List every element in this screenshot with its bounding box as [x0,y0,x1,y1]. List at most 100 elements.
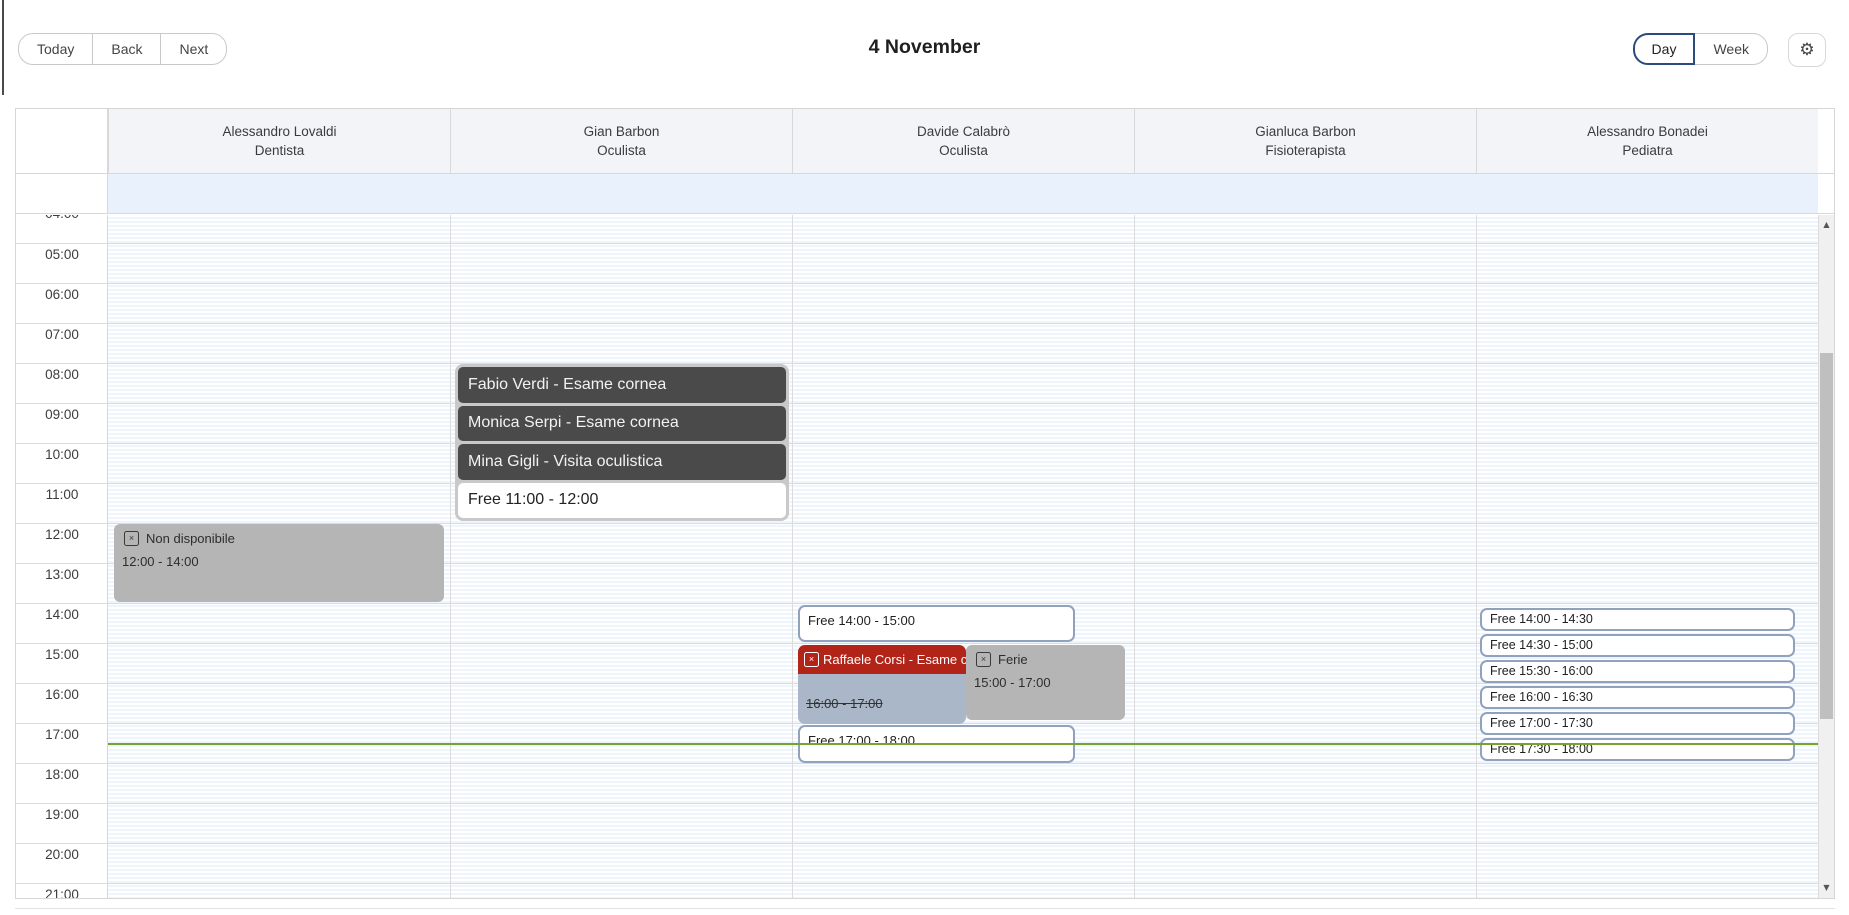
event-time-struck: 16:00 - 17:00 [806,696,883,711]
event-body: 16:00 - 17:00 [798,674,966,724]
event-mina[interactable]: Mina Gigli - Visita oculistica [458,444,786,480]
event-title: Raffaele Corsi - Esame cornea [823,652,966,667]
time-grid-canvas: 04:00 05:00 06:00 07:00 08:00 09:00 10:00 11:00… [16,215,1818,898]
view-week-button[interactable]: Week [1694,33,1768,65]
time-label: 10:00 [45,447,79,463]
time-gutter-cell: 07:00 [16,323,108,363]
time-gutter-cell: 20:00 [16,843,108,883]
resource-name: Gian Barbon [584,123,660,141]
event-title: Free 14:00 - 14:30 [1490,612,1593,626]
time-label: 20:00 [45,847,79,863]
event-header: ×Raffaele Corsi - Esame cornea [798,645,966,674]
time-label: 12:00 [45,527,79,543]
event-raffaele[interactable]: ×Raffaele Corsi - Esame cornea 16:00 - 17… [798,645,966,724]
resource-role: Oculista [597,142,646,160]
time-gutter-cell: 10:00 [16,443,108,483]
time-grid-viewport: 04:00 05:00 06:00 07:00 08:00 09:00 10:00 11:00… [16,215,1834,898]
calendar-grid: Alessandro LovaldiDentistaGian BarbonOcu… [15,108,1835,899]
time-label: 21:00 [45,887,79,898]
resource-header-alessandro-bonadei: Alessandro BonadeiPediatra [1476,109,1818,173]
allday-strip[interactable] [108,174,1818,213]
resource-header-alessandro-lovaldi: Alessandro LovaldiDentista [108,109,450,173]
time-gutter-cell: 14:00 [16,603,108,643]
resource-role: Dentista [255,142,305,160]
time-label: 05:00 [45,247,79,263]
event-slot3[interactable]: Free 15:30 - 16:00 [1480,660,1795,683]
event-ferie[interactable]: ×Ferie15:00 - 17:00 [966,645,1125,720]
busy-x-icon: × [124,531,139,546]
time-label: 17:00 [45,727,79,743]
day-column-gian-barbon[interactable]: Fabio Verdi - Esame cornea Monica Serpi -… [450,215,792,898]
scrollbar-thumb[interactable] [1820,353,1833,719]
event-nondisp[interactable]: × Non disponibile12:00 - 14:00 [114,524,444,602]
gear-icon: ⚙ [1799,42,1814,59]
day-column-gianluca-barbon[interactable] [1134,215,1476,898]
event-free14[interactable]: Free 14:00 - 15:00 [798,605,1075,642]
event-title: Free 17:00 - 18:00 [808,733,915,748]
event-slot4[interactable]: Free 16:00 - 16:30 [1480,686,1795,709]
event-free11[interactable]: Free 11:00 - 12:00 [458,483,786,519]
calendar-bottom-edge [15,908,1835,909]
event-slot6[interactable]: Free 17:30 - 18:00 [1480,738,1795,761]
time-label: 07:00 [45,327,79,343]
resource-name: Davide Calabrò [917,123,1010,141]
event-header: × Non disponibile [114,524,444,546]
time-gutter-cell: 16:00 [16,683,108,723]
time-gutter-cell: 15:00 [16,643,108,683]
event-title: Fabio Verdi - Esame cornea [468,376,666,394]
time-label: 11:00 [46,487,79,503]
vertical-scrollbar[interactable]: ▲ ▼ [1818,215,1834,898]
event-monica[interactable]: Monica Serpi - Esame cornea [458,406,786,442]
calendar-toolbar: Today Back Next 4 November Day Week ⚙ [15,30,1834,78]
time-gutter-cell: 05:00 [16,243,108,283]
event-free17[interactable]: Free 17:00 - 18:00 [798,725,1075,763]
event-title: Free 16:00 - 16:30 [1490,690,1593,704]
time-label: 09:00 [45,407,79,423]
event-title: Non disponibile [146,531,235,546]
time-gutter-cell: 19:00 [16,803,108,843]
event-time: 12:00 - 14:00 [114,546,444,569]
resource-name: Gianluca Barbon [1255,123,1356,141]
time-label: 14:00 [45,607,79,623]
day-column-davide-calabro[interactable]: Free 14:00 - 15:00 ×Raffaele Corsi - Esam… [792,215,1134,898]
time-label: 18:00 [45,767,79,783]
allday-scrollbar-spacer [1818,174,1834,213]
event-title: Free 11:00 - 12:00 [468,491,598,509]
day-column-alessandro-lovaldi[interactable]: × Non disponibile12:00 - 14:00 [108,215,450,898]
time-gutter: 04:00 05:00 06:00 07:00 08:00 09:00 10:00 11:00… [16,215,108,898]
time-gutter-cell: 18:00 [16,763,108,803]
time-label: 06:00 [45,287,79,303]
time-gutter-cell: 17:00 [16,723,108,763]
event-title: Monica Serpi - Esame cornea [468,414,679,432]
time-gutter-cell: 13:00 [16,563,108,603]
resource-role: Pediatra [1622,142,1672,160]
time-label: 08:00 [45,367,79,383]
event-title: Free 17:00 - 17:30 [1490,716,1593,730]
event-title: Free 14:00 - 15:00 [808,613,915,628]
time-gutter-cell: 12:00 [16,523,108,563]
event-title: Free 14:30 - 15:00 [1490,638,1593,652]
time-gutter-cell: 21:00 [16,883,108,898]
scroll-down-arrow-icon[interactable]: ▼ [1819,883,1834,893]
time-gutter-cell: 06:00 [16,283,108,323]
day-column-alessandro-bonadei[interactable]: Free 14:00 - 14:30 Free 14:30 - 15:00 Free… [1476,215,1818,898]
day-columns: × Non disponibile12:00 - 14:00 Fabio Verdi… [108,215,1818,898]
settings-button[interactable]: ⚙ [1788,33,1826,67]
time-label: 15:00 [45,647,79,663]
view-switcher: Day Week [1633,33,1768,65]
time-gutter-cell: 09:00 [16,403,108,443]
event-title: Mina Gigli - Visita oculistica [468,453,662,471]
view-day-button[interactable]: Day [1633,33,1696,65]
event-fabio[interactable]: Fabio Verdi - Esame cornea [458,367,786,403]
time-gutter-cell: 04:00 [16,215,108,243]
event-slot5[interactable]: Free 17:00 - 17:30 [1480,712,1795,735]
scroll-up-arrow-icon[interactable]: ▲ [1819,220,1834,230]
resource-role: Oculista [939,142,988,160]
time-label: 04:00 [45,215,79,222]
allday-gutter [16,174,108,213]
event-slot2[interactable]: Free 14:30 - 15:00 [1480,634,1795,657]
event-group-container: Fabio Verdi - Esame cornea Monica Serpi -… [455,364,789,521]
event-header: ×Ferie [966,645,1125,667]
event-slot1[interactable]: Free 14:00 - 14:30 [1480,608,1795,631]
header-scrollbar-spacer [1818,109,1834,173]
